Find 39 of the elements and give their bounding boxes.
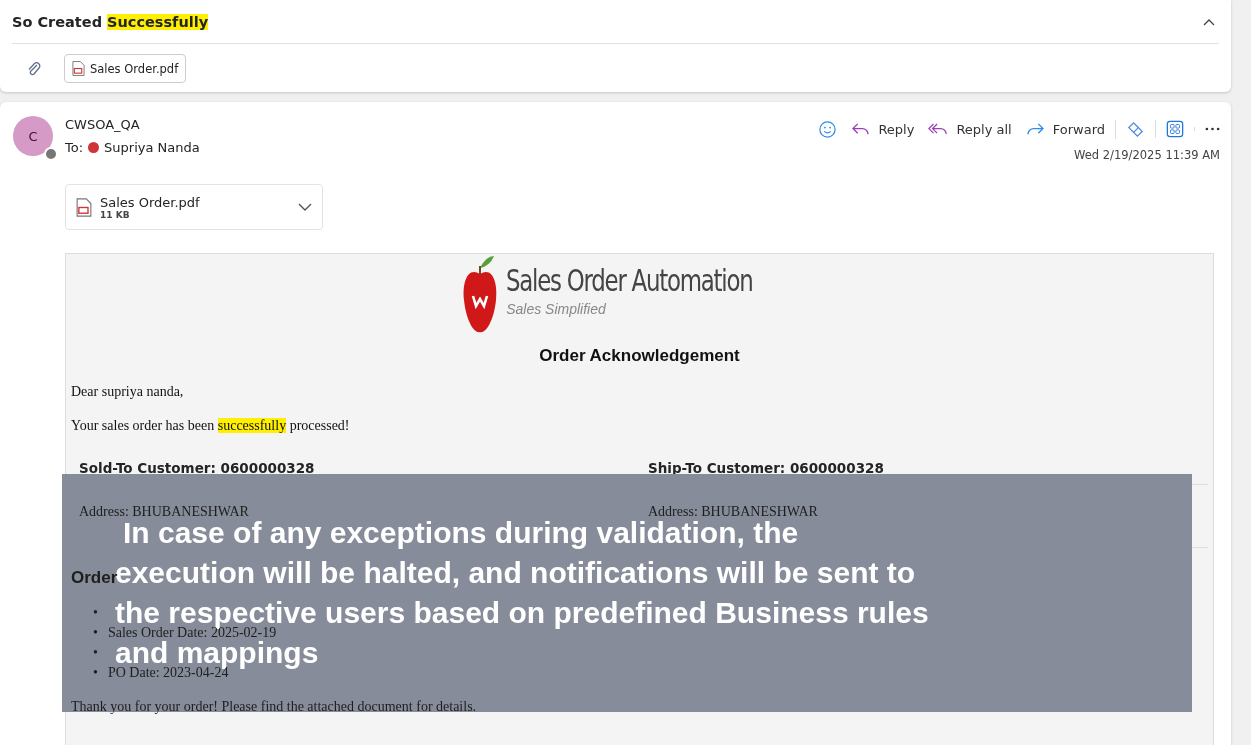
- forward-arrow-icon: [1025, 121, 1045, 137]
- customer-address: Address: BHUBANESHWAR: [79, 504, 249, 519]
- sender-name[interactable]: CWSOA_QA: [65, 117, 200, 132]
- to-label: To:: [65, 140, 84, 155]
- more-options-icon[interactable]: [1194, 127, 1220, 131]
- diamond-link-icon[interactable]: [1115, 119, 1145, 139]
- reply-all-button[interactable]: Reply all: [928, 121, 1012, 137]
- list-bullet: •: [93, 645, 98, 662]
- list-bullet: •: [93, 605, 98, 622]
- logo-title: Sales Order Automation: [506, 262, 753, 298]
- attachment-size: 11 KB: [100, 209, 131, 220]
- smiley-icon[interactable]: [818, 119, 838, 139]
- attachment-name: Sales Order.pdf: [100, 194, 200, 210]
- list-bullet: •: [93, 625, 98, 642]
- recipient-name[interactable]: Supriya Nanda: [104, 140, 200, 155]
- caption-line: execution will be halted, and notifications will be sent to: [115, 560, 916, 586]
- list-bullet: •: [93, 665, 98, 682]
- reply-all-arrow-icon: [928, 121, 949, 137]
- apps-grid-icon[interactable]: [1155, 120, 1184, 138]
- email-subject: So Created Successfully: [12, 13, 209, 30]
- offline-status-icon: [44, 147, 58, 161]
- intro-text: Your sales order has been successfully processed!: [71, 418, 351, 434]
- reply-arrow-icon: [851, 121, 871, 137]
- attachment-card[interactable]: Sales Order.pdf 11 KB: [65, 184, 323, 230]
- email-heading: Order Acknowledgement: [538, 346, 741, 366]
- forward-button[interactable]: Forward: [1025, 121, 1105, 137]
- customer-address: Address: BHUBANESHWAR: [648, 504, 818, 519]
- pdf-file-icon: [72, 61, 85, 76]
- details-heading: Order: [71, 568, 118, 587]
- attachment-chip[interactable]: Sales Order.pdf: [64, 54, 187, 83]
- reply-button[interactable]: Reply: [851, 121, 915, 137]
- sent-date: Wed 2/19/2025 11:39 AM: [1074, 148, 1220, 162]
- chevron-down-icon[interactable]: [298, 203, 312, 211]
- logo-tagline: Sales Simplified: [506, 301, 607, 317]
- collapse-chevron-icon[interactable]: [1203, 17, 1215, 26]
- pdf-file-icon: [76, 197, 92, 217]
- paperclip-icon[interactable]: [26, 60, 42, 77]
- greeting-text: Dear supriya nanda,: [71, 384, 185, 400]
- closing-text: Thank you for your order! Please find the attached document for details.: [71, 699, 477, 714]
